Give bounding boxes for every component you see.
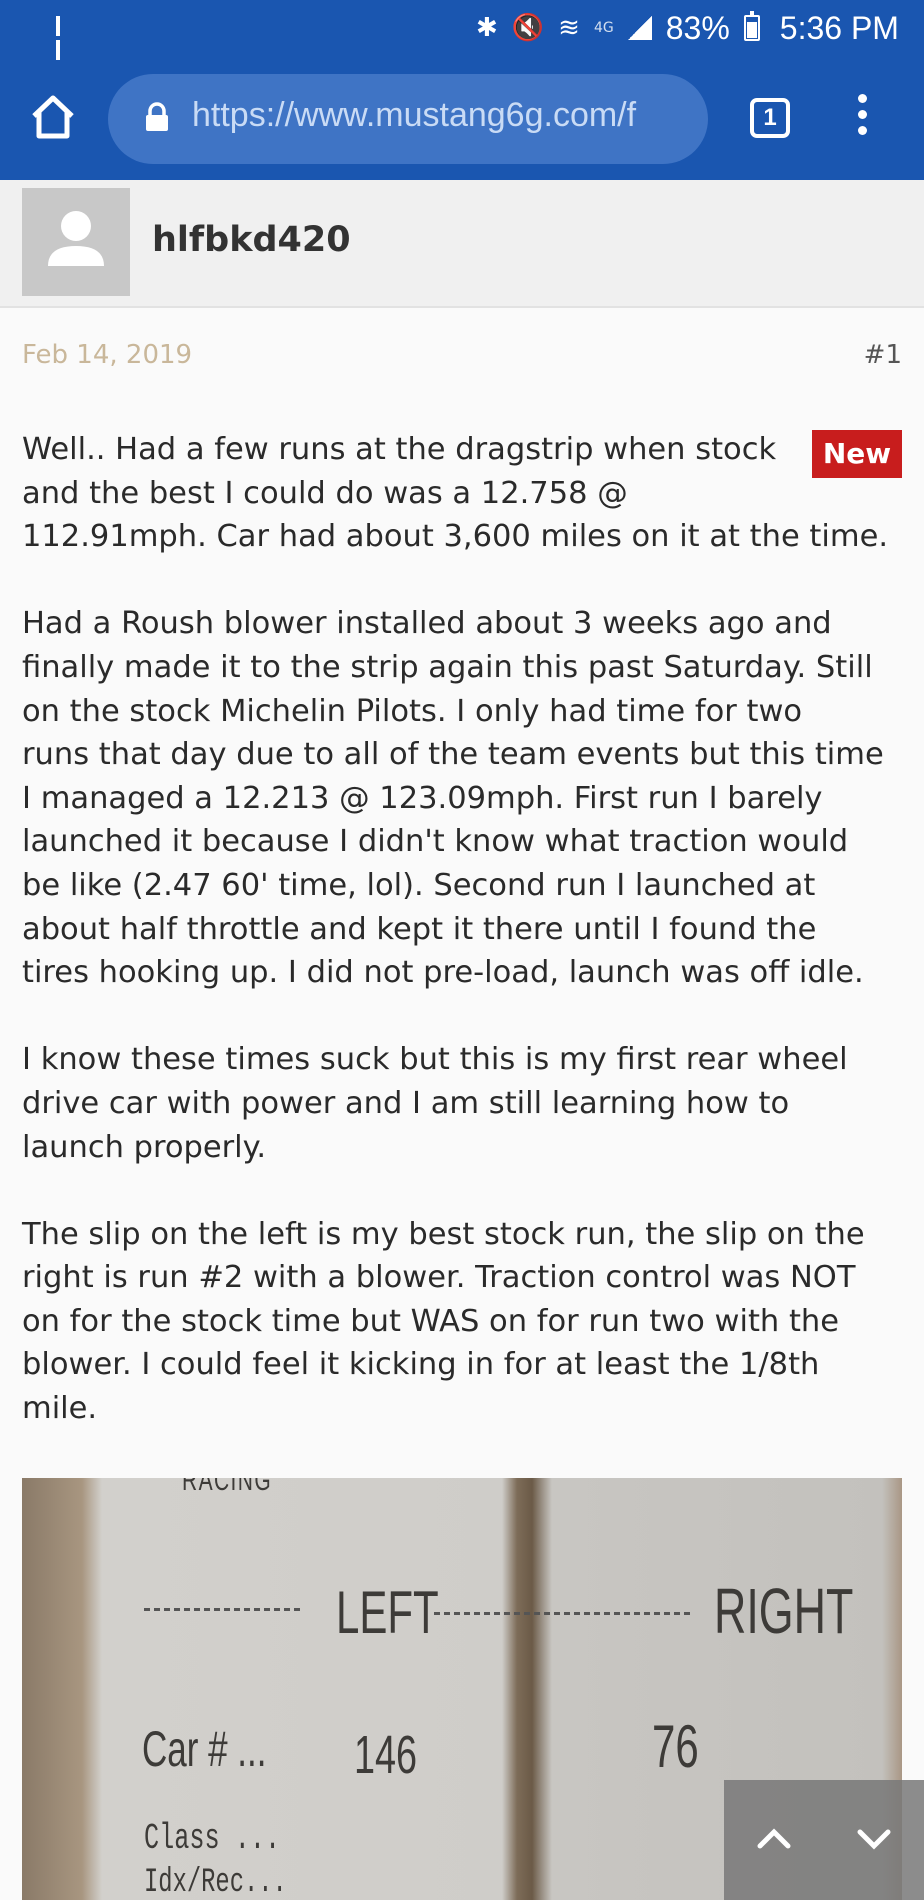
browser-toolbar: https://www.mustang6g.com/f 1 — [0, 64, 924, 174]
text-line: about half throttle and kept it there un… — [22, 911, 817, 947]
lock-icon — [144, 102, 170, 132]
network-type: 4G — [593, 20, 614, 36]
receipt-car-label: Car # ... — [142, 1721, 267, 1777]
text-line: Had a Roush blower installed about 3 wee… — [22, 606, 832, 642]
text-line: mile. — [22, 1391, 98, 1427]
text-line: on the stock Michelin Pilots. I only had… — [22, 693, 803, 729]
text-line: The slip on the left is my best stock ru… — [22, 1216, 865, 1252]
pause-icon — [56, 16, 70, 60]
signal-icon — [627, 16, 652, 40]
receipt-idx-label: Idx/Rec... — [144, 1864, 287, 1900]
mute-icon: 🔇 — [511, 13, 545, 43]
scroll-down-icon[interactable] — [844, 1814, 904, 1864]
tab-switcher-button[interactable]: 1 — [750, 98, 790, 138]
receipt-dashes — [434, 1612, 694, 1615]
post-header: hlfbkd420 — [0, 180, 924, 308]
paragraph: I know these times suck but this is my f… — [22, 1038, 902, 1169]
text-line: launched it because I didn't know what t… — [22, 824, 849, 860]
post-body: Well.. Had a few runs at the dragstrip w… — [22, 428, 902, 1474]
text-line: tires hooking up. I did not pre-load, la… — [22, 955, 864, 991]
avatar[interactable] — [22, 188, 130, 296]
status-bar: ✱ 🔇 ≋ 4G 83% 5:36 PM — [0, 0, 924, 60]
scroll-controls — [724, 1780, 924, 1900]
text-line: and the best I could do was a 12.758 @ — [22, 475, 628, 511]
text-line: runs that day due to all of the team eve… — [22, 737, 884, 773]
receipt-dashes — [144, 1608, 304, 1611]
receipt-class-label: Class ... — [144, 1818, 281, 1859]
overflow-menu-icon[interactable] — [852, 94, 872, 144]
home-icon[interactable] — [28, 92, 78, 142]
receipt-right-car: 76 — [652, 1713, 699, 1780]
text-line: blower. I could feel it kicking in for a… — [22, 1347, 820, 1383]
paragraph: Well.. Had a few runs at the dragstrip w… — [22, 428, 902, 559]
text-line: I know these times suck but this is my f… — [22, 1042, 848, 1078]
status-icons: ✱ 🔇 ≋ 4G 83% 5:36 PM — [476, 10, 899, 46]
text-line: drive car with power and I am still lear… — [22, 1085, 790, 1121]
clock: 5:36 PM — [779, 9, 899, 46]
scroll-up-icon[interactable] — [744, 1814, 804, 1864]
text-line: 112.91mph. Car had about 3,600 miles on … — [22, 519, 889, 555]
bluetooth-icon: ✱ — [476, 13, 498, 43]
text-line: be like (2.47 60' time, lol). Second run… — [22, 867, 816, 903]
text-line: I managed a 12.213 @ 123.09mph. First ru… — [22, 780, 823, 816]
paragraph: The slip on the left is my best stock ru… — [22, 1213, 902, 1431]
post-number[interactable]: #1 — [864, 340, 902, 370]
receipt-left-header: LEFT — [336, 1579, 439, 1646]
post-date[interactable]: Feb 14, 2019 — [22, 340, 192, 370]
battery-percent: 83% — [665, 9, 730, 46]
post-meta: Feb 14, 2019 #1 — [22, 340, 902, 380]
username[interactable]: hlfbkd420 — [152, 220, 351, 260]
text-line: right is run #2 with a blower. Traction … — [22, 1260, 856, 1296]
url-text: https://www.mustang6g.com/f — [192, 96, 637, 134]
paragraph: Had a Roush blower installed about 3 wee… — [22, 602, 902, 994]
battery-icon — [743, 11, 760, 41]
text-line: Well.. Had a few runs at the dragstrip w… — [22, 432, 777, 467]
text-line: launch properly. — [22, 1129, 267, 1165]
browser-chrome: ✱ 🔇 ≋ 4G 83% 5:36 PM https://www.mustang… — [0, 0, 924, 180]
receipt-right-header: RIGHT — [714, 1575, 854, 1647]
receipt-top-text: RACING — [182, 1478, 273, 1497]
wifi-icon: ≋ — [558, 13, 580, 43]
text-line: on for the stock time but WAS on for run… — [22, 1303, 839, 1339]
text-line: finally made it to the strip again this … — [22, 649, 873, 685]
receipt-left-car: 146 — [354, 1725, 418, 1785]
url-bar[interactable]: https://www.mustang6g.com/f — [108, 74, 708, 164]
